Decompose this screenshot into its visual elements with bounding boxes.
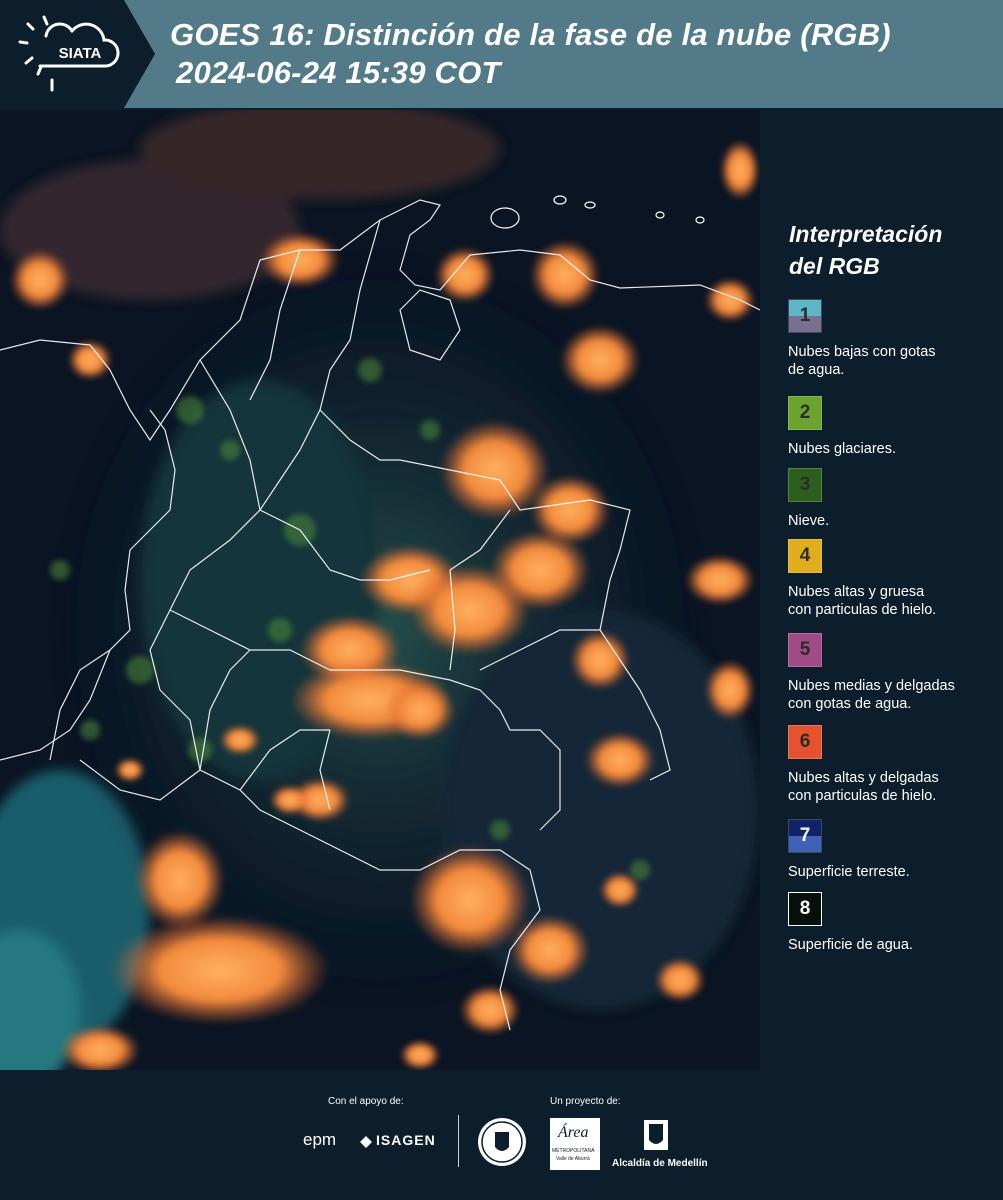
legend-title-line-1: Interpretación bbox=[789, 221, 943, 247]
swatch-5: 5 bbox=[788, 633, 822, 667]
page-title: GOES 16: Distinción de la fase de la nub… bbox=[170, 16, 891, 92]
swatch-7-number: 7 bbox=[799, 825, 811, 846]
swatch-2-number: 2 bbox=[799, 402, 811, 423]
title-line-1: GOES 16: Distinción de la fase de la nub… bbox=[170, 17, 891, 52]
alcaldia-shield-icon bbox=[644, 1120, 668, 1150]
header-bar: SIATA GOES 16: Distinción de la fase de … bbox=[0, 0, 1003, 108]
legend-item-5: 5 Nubes medias y delgadas con gotas de a… bbox=[788, 633, 1000, 713]
legend-desc-1-line-1: Nubes bajas con gotas bbox=[788, 344, 936, 360]
footer: Con el apoyo de: Un proyecto de: epm ISA… bbox=[0, 1070, 1003, 1200]
legend-item-1: 1 Nubes bajas con gotas de agua. bbox=[788, 299, 1000, 379]
footer-separator bbox=[458, 1115, 459, 1167]
swatch-5-number: 5 bbox=[799, 639, 811, 660]
legend-desc-2: Nubes glaciares. bbox=[788, 441, 896, 457]
title-line-2: 2024-06-24 15:39 COT bbox=[176, 55, 501, 90]
legend-item-3: 3 Nieve. bbox=[788, 468, 1000, 530]
swatch-1-number: 1 bbox=[799, 305, 811, 326]
satellite-map bbox=[0, 110, 760, 1070]
alcaldia-text: Alcaldía de Medellín bbox=[612, 1158, 708, 1169]
isagen-text: ISAGEN bbox=[376, 1132, 436, 1148]
swatch-6: 6 bbox=[788, 725, 822, 759]
alcaldia-logo: Alcaldía de Medellín bbox=[612, 1118, 708, 1169]
legend-desc-6-line-2: con particulas de hielo. bbox=[788, 788, 937, 804]
swatch-8-number: 8 bbox=[799, 898, 811, 919]
legend-desc-1: Nubes bajas con gotas de agua. bbox=[788, 343, 1000, 379]
swatch-3-number: 3 bbox=[799, 474, 811, 495]
legend-item-8: 8 Superficie de agua. bbox=[788, 892, 1000, 954]
swatch-4-number: 4 bbox=[799, 545, 811, 566]
legend-desc-4: Nubes altas y gruesa con particulas de h… bbox=[788, 583, 1000, 619]
legend-item-4: 4 Nubes altas y gruesa con particulas de… bbox=[788, 539, 1000, 619]
swatch-1: 1 bbox=[788, 299, 822, 333]
area-main: Área bbox=[558, 1124, 589, 1141]
siata-logo: SIATA bbox=[0, 0, 160, 108]
legend-desc-7: Superficie terreste. bbox=[788, 864, 910, 880]
logo-text: SIATA bbox=[59, 45, 102, 62]
swatch-8: 8 bbox=[788, 892, 822, 926]
legend-desc-4-line-2: con particulas de hielo. bbox=[788, 602, 937, 618]
legend-desc-5-line-1: Nubes medias y delgadas bbox=[788, 678, 955, 694]
swatch-6-number: 6 bbox=[799, 731, 811, 752]
legend-desc-3: Nieve. bbox=[788, 513, 830, 529]
legend-item-2: 2 Nubes glaciares. bbox=[788, 396, 1000, 458]
swatch-3: 3 bbox=[788, 468, 822, 502]
seal-icon bbox=[478, 1118, 526, 1166]
medellin-seal bbox=[477, 1117, 527, 1172]
legend-desc-4-line-1: Nubes altas y gruesa bbox=[788, 584, 925, 600]
legend-desc-6-line-1: Nubes altas y delgadas bbox=[788, 770, 939, 786]
legend-desc-1-line-2: de agua. bbox=[788, 362, 845, 378]
swatch-4: 4 bbox=[788, 539, 822, 573]
area-sub-1: METROPOLITANA bbox=[552, 1148, 595, 1154]
swatch-2: 2 bbox=[788, 396, 822, 430]
legend-desc-5-line-2: con gotas de agua. bbox=[788, 696, 912, 712]
project-label: Un proyecto de: bbox=[550, 1096, 621, 1107]
legend-desc-6: Nubes altas y delgadas con particulas de… bbox=[788, 769, 1000, 805]
area-metropolitana-logo: Área METROPOLITANA Valle de Aburrá bbox=[550, 1118, 600, 1170]
legend-item-7: 7 Superficie terreste. bbox=[788, 819, 1000, 881]
legend-title: Interpretación del RGB bbox=[789, 218, 942, 282]
support-label: Con el apoyo de: bbox=[328, 1096, 404, 1107]
legend-panel: Interpretación del RGB 1 Nubes bajas con… bbox=[760, 110, 1003, 1070]
isagen-icon bbox=[360, 1136, 372, 1148]
swatch-7: 7 bbox=[788, 819, 822, 853]
epm-logo: epm bbox=[303, 1130, 337, 1149]
legend-desc-8: Superficie de agua. bbox=[788, 937, 913, 953]
area-sub-2: Valle de Aburrá bbox=[556, 1156, 590, 1162]
legend-item-6: 6 Nubes altas y delgadas con particulas … bbox=[788, 725, 1000, 805]
legend-title-line-2: del RGB bbox=[789, 253, 880, 279]
legend-desc-5: Nubes medias y delgadas con gotas de agu… bbox=[788, 677, 1000, 713]
